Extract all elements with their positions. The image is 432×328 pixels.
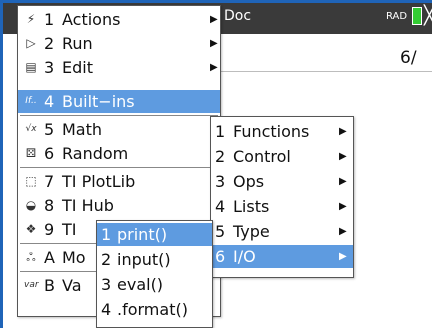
submenu-item-label: Lists bbox=[233, 197, 270, 216]
sqrt-icon: √x bbox=[25, 124, 37, 134]
battery-icon bbox=[412, 7, 422, 25]
io-item-key: 1 bbox=[101, 225, 112, 244]
io-item-key: 2 bbox=[101, 250, 112, 269]
menu-item-built-ins[interactable]: If.. 4 Built−ins bbox=[18, 90, 220, 113]
submenu-item-key: 3 bbox=[215, 172, 226, 191]
io-item-label: input() bbox=[117, 250, 171, 269]
io-item-print[interactable]: 1 print() bbox=[97, 223, 212, 246]
menu-item-label: Actions bbox=[62, 10, 121, 29]
io-item-label: eval() bbox=[117, 275, 164, 294]
io-item-eval[interactable]: 3 eval() bbox=[97, 273, 212, 296]
submenu-item-key: 5 bbox=[215, 222, 226, 241]
menu-item-label: Built−ins bbox=[62, 92, 135, 111]
menu-item-key: 1 bbox=[44, 10, 55, 29]
menu-item-key: 3 bbox=[44, 58, 55, 77]
menu-item-label: TI bbox=[62, 220, 77, 239]
menu-item-label: Run bbox=[62, 34, 93, 53]
io-item-input[interactable]: 2 input() bbox=[97, 248, 212, 271]
edit-icon: ▤ bbox=[25, 60, 37, 74]
hub-icon: ◒ bbox=[25, 198, 37, 212]
dice-icon: ⚄ bbox=[25, 146, 37, 160]
menu-item-ti-plotlib[interactable]: ⬚ 7 TI PlotLib bbox=[18, 170, 220, 193]
submenu-item-type[interactable]: 5 Type ▶ bbox=[211, 220, 353, 243]
menu-item-key: 4 bbox=[44, 92, 55, 111]
menu-item-key: 7 bbox=[44, 172, 55, 191]
menu-item-key: 6 bbox=[44, 144, 55, 163]
io-item-label: print() bbox=[117, 225, 168, 244]
play-outline-icon: ▷ bbox=[26, 36, 36, 50]
submenu-item-key: 2 bbox=[215, 147, 226, 166]
submenu-item-key: 4 bbox=[215, 197, 226, 216]
submenu-arrow-icon: ▶ bbox=[339, 126, 347, 137]
menu-item-key: 8 bbox=[44, 196, 55, 215]
menu-item-ti-hub[interactable]: ◒ 8 TI Hub bbox=[18, 194, 220, 217]
submenu-item-label: Type bbox=[233, 222, 270, 241]
menu-item-label: Random bbox=[62, 144, 129, 163]
menu-item-key: 2 bbox=[44, 34, 55, 53]
built-ins-submenu: 1 Functions ▶ 2 Control ▶ 3 Ops ▶ 4 List… bbox=[210, 116, 354, 278]
menu-item-run[interactable]: ▷ 2 Run ▶ bbox=[18, 32, 220, 55]
menu-item-label: TI PlotLib bbox=[62, 172, 136, 191]
submenu-item-io[interactable]: 6 I/O ▶ bbox=[211, 245, 353, 268]
page-indicator: 6/ bbox=[400, 48, 417, 68]
submenu-arrow-icon: ▶ bbox=[210, 14, 218, 25]
submenu-arrow-icon: ▶ bbox=[339, 176, 347, 187]
editor-divider bbox=[221, 71, 432, 72]
menu-item-key: B bbox=[44, 276, 55, 295]
menu-item-math[interactable]: √x 5 Math bbox=[18, 118, 220, 141]
submenu-arrow-icon: ▶ bbox=[339, 201, 347, 212]
submenu-item-label: Functions bbox=[233, 122, 310, 141]
modules-icon: ஃ bbox=[26, 250, 36, 264]
menu-separator bbox=[20, 115, 218, 116]
menu-item-key: 5 bbox=[44, 120, 55, 139]
submenu-arrow-icon: ▶ bbox=[339, 226, 347, 237]
menu-item-key: 9 bbox=[44, 220, 55, 239]
angle-mode-indicator: RAD bbox=[386, 11, 408, 22]
document-title: Doc bbox=[224, 8, 252, 24]
if-icon: If.. bbox=[25, 96, 37, 106]
io-item-label: .format() bbox=[117, 300, 188, 319]
menu-item-label: Math bbox=[62, 120, 103, 139]
menu-item-label: TI Hub bbox=[62, 196, 114, 215]
var-icon: var bbox=[24, 280, 39, 290]
io-item-key: 3 bbox=[101, 275, 112, 294]
lightning-icon: ⚡ bbox=[26, 12, 36, 26]
rover-icon: ❖ bbox=[25, 222, 37, 236]
menu-item-label: Va bbox=[62, 276, 82, 295]
submenu-item-control[interactable]: 2 Control ▶ bbox=[211, 145, 353, 168]
submenu-arrow-icon: ▶ bbox=[210, 62, 218, 73]
io-item-key: 4 bbox=[101, 300, 112, 319]
io-item-format[interactable]: 4 .format() bbox=[97, 298, 212, 321]
io-submenu: 1 print() 2 input() 3 eval() 4 .format() bbox=[96, 220, 213, 328]
submenu-item-key: 1 bbox=[215, 122, 226, 141]
submenu-item-label: Ops bbox=[233, 172, 265, 191]
submenu-arrow-icon: ▶ bbox=[339, 151, 347, 162]
menu-separator bbox=[20, 167, 218, 168]
menu-item-label: Mo bbox=[62, 248, 86, 267]
submenu-item-lists[interactable]: 4 Lists ▶ bbox=[211, 195, 353, 218]
plot-icon: ⬚ bbox=[25, 174, 37, 188]
submenu-arrow-icon: ▶ bbox=[210, 38, 218, 49]
menu-item-edit[interactable]: ▤ 3 Edit ▶ bbox=[18, 56, 220, 79]
close-icon[interactable]: ╳ bbox=[424, 5, 432, 26]
menu-item-key: A bbox=[44, 248, 55, 267]
menu-item-random[interactable]: ⚄ 6 Random bbox=[18, 142, 220, 165]
menu-item-actions[interactable]: ⚡ 1 Actions ▶ bbox=[18, 8, 220, 31]
menu-item-label: Edit bbox=[62, 58, 93, 77]
submenu-item-label: I/O bbox=[233, 247, 256, 266]
submenu-item-label: Control bbox=[233, 147, 291, 166]
submenu-item-key: 6 bbox=[215, 247, 226, 266]
submenu-item-ops[interactable]: 3 Ops ▶ bbox=[211, 170, 353, 193]
submenu-item-functions[interactable]: 1 Functions ▶ bbox=[211, 120, 353, 143]
submenu-arrow-icon: ▶ bbox=[339, 251, 347, 262]
